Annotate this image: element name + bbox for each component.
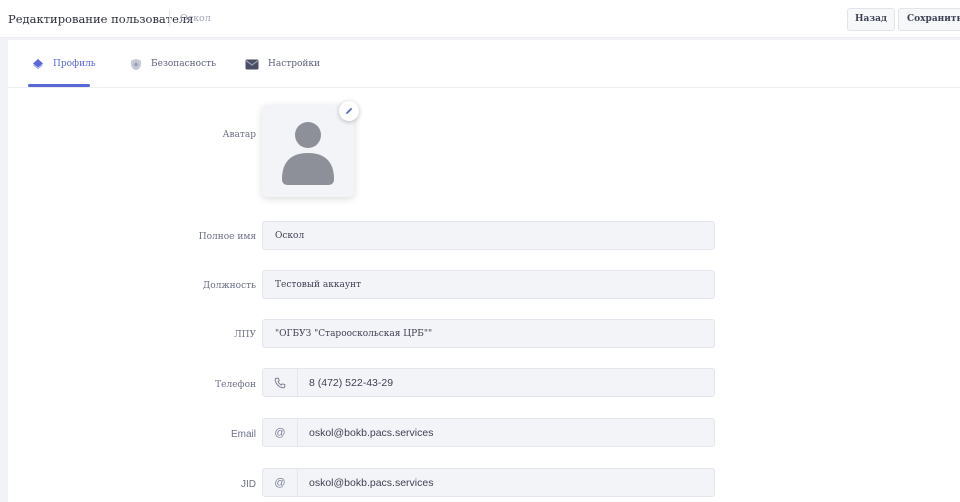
jid-input[interactable] <box>309 469 709 496</box>
active-tab-indicator <box>28 84 90 87</box>
shield-icon <box>131 58 141 70</box>
full-name-label: Полное имя <box>198 232 256 242</box>
jid-label: JID <box>241 479 256 490</box>
phone-label: Телефон <box>215 380 256 390</box>
position-field <box>262 270 715 299</box>
position-input[interactable] <box>275 271 705 298</box>
breadcrumb: Оскол <box>180 13 211 24</box>
profile-card: Профиль Безопасность Настройки Аватар По… <box>8 40 960 502</box>
save-button[interactable]: Сохранить <box>898 8 960 31</box>
pencil-icon <box>346 107 353 114</box>
lpu-label: ЛПУ <box>234 330 256 340</box>
tab-security-label: Безопасность <box>151 59 217 69</box>
back-button[interactable]: Назад <box>847 8 895 31</box>
jid-field: @ <box>262 468 715 497</box>
avatar <box>262 105 354 197</box>
phone-field <box>262 368 715 397</box>
tab-bar: Профиль Безопасность Настройки <box>8 40 960 88</box>
tab-security[interactable]: Безопасность <box>130 54 216 74</box>
position-label: Должность <box>202 281 256 291</box>
full-name-field <box>262 221 715 250</box>
title-divider <box>169 10 170 26</box>
diamond-icon <box>33 59 43 70</box>
at-sign-icon: @ <box>263 419 298 446</box>
at-sign-icon: @ <box>263 469 298 496</box>
phone-addon <box>263 369 298 396</box>
lpu-field <box>262 319 715 348</box>
tab-profile[interactable]: Профиль <box>32 54 96 74</box>
top-bar: Редактирование пользователя Оскол Назад … <box>0 0 960 38</box>
email-field: @ <box>262 418 715 447</box>
tab-profile-label: Профиль <box>53 59 96 69</box>
phone-icon <box>274 377 286 388</box>
lpu-input[interactable] <box>275 320 705 347</box>
envelope-icon <box>245 59 259 69</box>
email-label: Email <box>230 429 256 440</box>
avatar-edit-button[interactable] <box>339 101 359 121</box>
user-silhouette-icon <box>282 122 334 185</box>
email-input[interactable] <box>309 419 709 446</box>
avatar-label: Аватар <box>222 130 256 140</box>
page-title: Редактирование пользователя <box>8 12 194 26</box>
full-name-input[interactable] <box>275 222 705 249</box>
tab-settings[interactable]: Настройки <box>245 54 320 74</box>
tab-settings-label: Настройки <box>268 59 321 69</box>
phone-input[interactable] <box>309 369 709 396</box>
